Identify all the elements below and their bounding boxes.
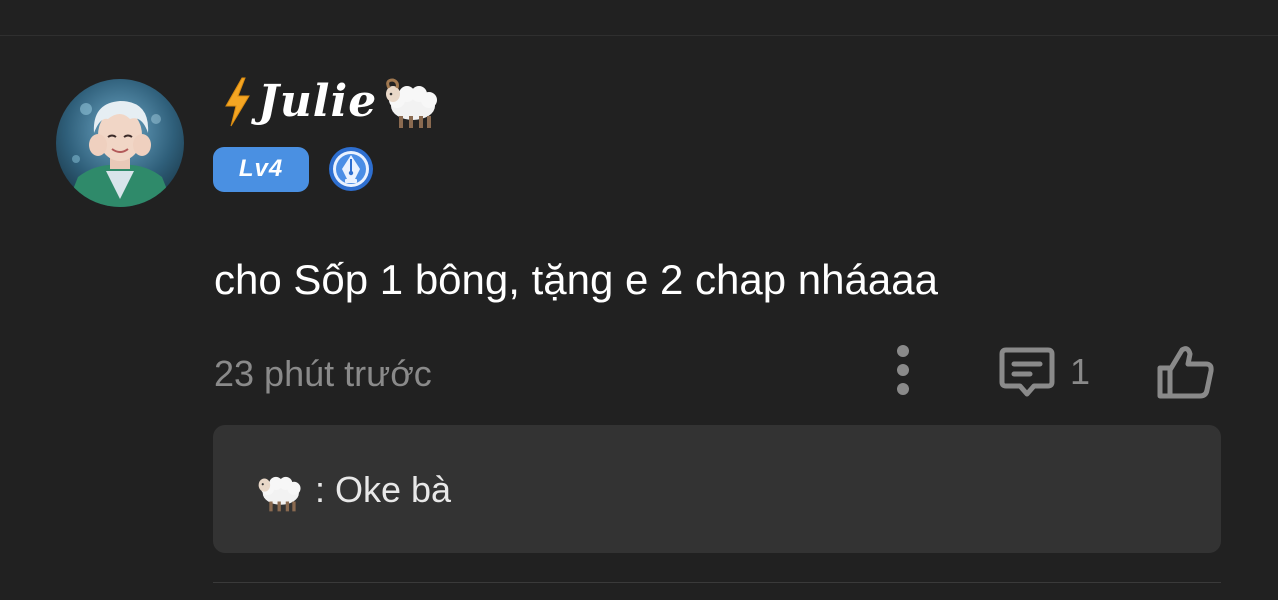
comment-page: Julie Lv4 cho Sốp 1 bông, tặng e 2 chap …: [0, 0, 1278, 600]
comment-text: cho Sốp 1 bông, tặng e 2 chap nháaaa: [214, 256, 938, 303]
more-vertical-icon[interactable]: [890, 344, 916, 396]
bottom-divider: [213, 582, 1221, 583]
lightning-bolt-icon: [225, 77, 250, 127]
comment-icon: [999, 347, 1055, 397]
comment-timestamp: 23 phút trước: [214, 353, 432, 394]
reply-item: : Oke bà: [255, 465, 451, 515]
thumbs-up-icon[interactable]: [1156, 344, 1216, 400]
avatar[interactable]: [56, 79, 184, 207]
author-name-row[interactable]: Julie: [222, 72, 441, 132]
comment-meta-row: 23 phút trước 1: [214, 344, 1224, 404]
level-badge: Lv4: [213, 146, 309, 192]
top-divider: [0, 35, 1278, 36]
pen-nib-badge-icon: [329, 147, 373, 191]
reply-count: 1: [1070, 351, 1091, 392]
sheep-icon: [386, 78, 438, 128]
sheep-icon: [258, 476, 301, 512]
reply-text: : Oke bà: [315, 469, 452, 510]
author-name[interactable]: Julie: [258, 80, 377, 124]
reply-button[interactable]: 1: [998, 344, 1090, 400]
reply-preview[interactable]: : Oke bà: [213, 425, 1221, 553]
author-badges: Lv4: [213, 145, 375, 193]
